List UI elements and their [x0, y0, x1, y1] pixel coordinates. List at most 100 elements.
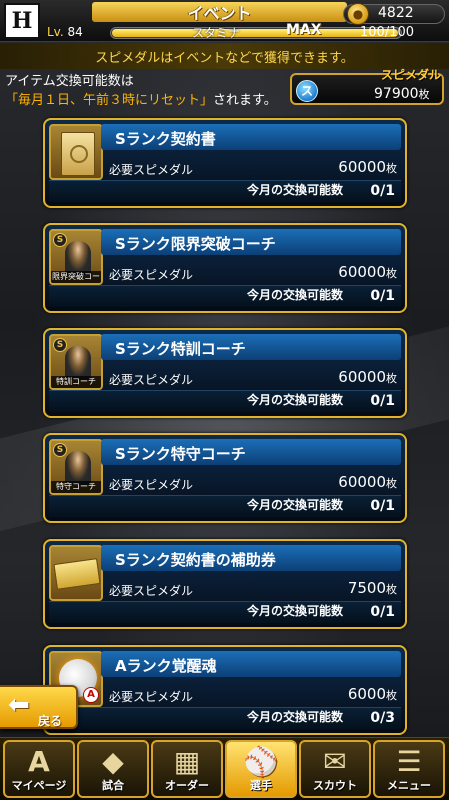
required-medal-cost: 7500枚: [348, 579, 397, 597]
required-medal-label: 必要スピメダル: [109, 478, 194, 492]
monthly-limit-bar: [49, 707, 401, 729]
item-name: Sランク特訓コーチ: [115, 340, 246, 358]
rank-s-icon: S: [53, 443, 67, 457]
stamina-bar-fill: [112, 29, 398, 37]
exchange-item-card[interactable]: S 特守コーチ Sランク特守コーチ必要スピメダル 60000枚今月の交換可能数 0/1: [43, 433, 407, 523]
coin-icon: ●: [347, 3, 369, 25]
ticket-icon: [53, 558, 101, 590]
cost-value: 7500: [347, 579, 386, 597]
nav-item[interactable]: A マイページ: [3, 740, 75, 798]
coach-portrait-icon: [65, 346, 91, 380]
coach-portrait-icon: [65, 451, 91, 485]
monthly-limit-value: 0/1: [370, 183, 395, 199]
nav-label: スカウト: [313, 779, 357, 792]
coach-portrait-icon: [65, 241, 91, 275]
stamina-label: スタミナ: [192, 26, 241, 40]
medal-balance: 97900枚: [374, 86, 430, 102]
nav-item[interactable]: ✉ スカウト: [299, 740, 371, 798]
monthly-limit-label: 今月の交換可能数: [247, 183, 344, 197]
required-medal-cost: 60000枚: [338, 473, 397, 491]
coach-caption: 特守コーチ: [51, 481, 101, 493]
rank-s-icon: S: [53, 233, 67, 247]
monthly-limit-label: 今月の交換可能数: [247, 498, 344, 512]
cost-value: 60000: [338, 158, 386, 176]
required-medal-label: 必要スピメダル: [109, 584, 194, 598]
nav-label: 試合: [102, 779, 124, 792]
speed-medal-icon: ス: [296, 80, 318, 102]
nav-icon: ✉: [323, 745, 347, 778]
back-arrow-icon: ⬅: [8, 690, 30, 720]
cost-unit: 枚: [386, 689, 397, 702]
item-name: Aランク覚醒魂: [115, 657, 217, 675]
monthly-limit-value: 0/1: [370, 288, 395, 304]
item-thumbnail: [49, 124, 103, 180]
rank-a-icon: A: [83, 687, 99, 703]
cost-value: 60000: [338, 263, 386, 281]
item-thumbnail: S 特守コーチ: [49, 439, 103, 495]
required-medal-label: 必要スピメダル: [109, 268, 194, 282]
medal-label: スピメダル: [381, 68, 442, 82]
required-medal-label: 必要スピメダル: [109, 373, 194, 387]
level-value: 84: [67, 25, 83, 39]
rank-s-icon: S: [53, 338, 67, 352]
nav-icon: ☰: [396, 745, 422, 778]
medal-balance-value: 97900: [374, 86, 419, 102]
currency-value: 4822: [378, 5, 414, 21]
coach-caption: 限界突破コーチ: [51, 271, 101, 283]
nav-icon: ▦: [173, 745, 201, 778]
monthly-limit-value: 0/1: [370, 498, 395, 514]
exchange-item-card[interactable]: Sランク契約書必要スピメダル 60000枚今月の交換可能数 0/1: [43, 118, 407, 208]
monthly-limit-bar: [49, 601, 401, 623]
exchange-info-line2-rest: されます。: [213, 93, 277, 108]
monthly-limit-bar: [49, 495, 401, 517]
reset-highlight: 「毎月１日、午前３時にリセット」: [5, 93, 214, 108]
player-level: Lv. 84: [47, 25, 83, 39]
nav-item[interactable]: ☰ メニュー: [373, 740, 445, 798]
required-medal-label: 必要スピメダル: [109, 163, 194, 177]
coach-caption: 特訓コーチ: [51, 376, 101, 388]
level-prefix: Lv.: [47, 25, 64, 39]
monthly-limit-value: 0/3: [370, 710, 395, 726]
item-name: Sランク特守コーチ: [115, 445, 246, 463]
required-medal-cost: 60000枚: [338, 263, 397, 281]
item-thumbnail: S 限界突破コーチ: [49, 229, 103, 285]
monthly-limit-label: 今月の交換可能数: [247, 393, 344, 407]
item-name: Sランク契約書: [115, 130, 216, 148]
exchange-item-card[interactable]: S 限界突破コーチ Sランク限界突破コーチ必要スピメダル 60000枚今月の交換可能数…: [43, 223, 407, 313]
monthly-limit-bar: [49, 180, 401, 202]
nav-icon: A: [28, 745, 50, 778]
monthly-limit-label: 今月の交換可能数: [247, 710, 344, 724]
cost-value: 60000: [338, 368, 386, 386]
item-name: Sランク契約書の補助券: [115, 551, 276, 569]
nav-item[interactable]: ⚾ 選手: [225, 740, 297, 798]
nav-label: マイページ: [11, 779, 67, 792]
contract-icon: [61, 132, 95, 176]
nav-icon: ◆: [102, 745, 124, 778]
team-logo-icon: H: [4, 3, 40, 39]
cost-unit: 枚: [386, 162, 397, 175]
exchange-item-card[interactable]: S 特訓コーチ Sランク特訓コーチ 必要スピメダル 60000枚 今月の交換可能数 0/1: [43, 328, 407, 418]
monthly-limit-bar: [49, 285, 401, 307]
cost-unit: 枚: [386, 583, 397, 596]
stamina-max-label: MAX: [286, 22, 322, 38]
required-medal-cost: 6000枚: [348, 685, 397, 703]
cost-unit: 枚: [386, 477, 397, 490]
cost-unit: 枚: [386, 267, 397, 280]
exchange-item-card[interactable]: Sランク契約書の補助券 必要スピメダル 7500枚 今月の交換可能数 0/1: [43, 539, 407, 629]
nav-item[interactable]: ◆ 試合: [77, 740, 149, 798]
exchange-info-line2: 「毎月１日、午前３時にリセット」されます。: [5, 91, 277, 110]
monthly-limit-bar: [49, 390, 401, 412]
required-medal-cost: 60000枚: [338, 368, 397, 386]
medal-balance-unit: 枚: [418, 88, 430, 101]
stamina-bar: [110, 27, 402, 39]
cost-value: 6000: [347, 685, 386, 703]
exchange-item-card[interactable]: A Aランク覚醒魂 必要スピメダル 6000枚 今月の交換可能数 0/3: [43, 645, 407, 735]
nav-icon: ⚾: [243, 745, 279, 778]
item-thumbnail: [49, 545, 103, 601]
nav-item[interactable]: ▦ オーダー: [151, 740, 223, 798]
nav-label: 選手: [250, 779, 272, 792]
back-button-label: 戻る: [38, 714, 63, 728]
cost-value: 60000: [338, 473, 386, 491]
item-thumbnail: S 特訓コーチ: [49, 334, 103, 390]
exchange-info-line1: アイテム交換可能数は: [5, 74, 134, 89]
